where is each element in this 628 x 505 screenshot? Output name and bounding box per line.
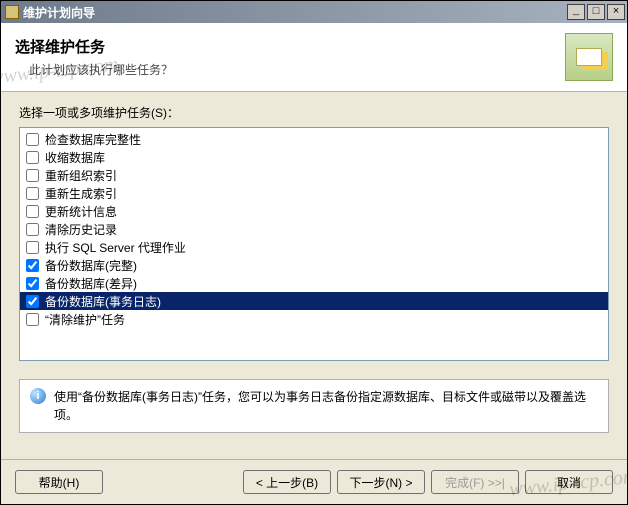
header-text: 选择维护任务 此计划应该执行哪些任务？ — [15, 36, 565, 78]
header-icon — [565, 33, 613, 81]
page-title: 选择维护任务 — [15, 36, 565, 57]
task-label: 重新组织索引 — [45, 167, 117, 184]
titlebar[interactable]: 维护计划向导 _ □ × — [1, 1, 627, 23]
task-list[interactable]: 检查数据库完整性收缩数据库重新组织索引重新生成索引更新统计信息清除历史记录执行 … — [19, 127, 609, 361]
task-label: 备份数据库(事务日志) — [45, 293, 161, 310]
task-row[interactable]: 重新生成索引 — [20, 184, 608, 202]
task-checkbox[interactable] — [26, 241, 39, 254]
task-row[interactable]: 更新统计信息 — [20, 202, 608, 220]
task-row[interactable]: 备份数据库(事务日志) — [20, 292, 608, 310]
task-label: 清除历史记录 — [45, 221, 117, 238]
wizard-window: 维护计划向导 _ □ × 选择维护任务 此计划应该执行哪些任务？ 选择一项或多项… — [0, 0, 628, 505]
task-row[interactable]: 备份数据库(差异) — [20, 274, 608, 292]
task-row[interactable]: 重新组织索引 — [20, 166, 608, 184]
task-checkbox[interactable] — [26, 295, 39, 308]
task-row[interactable]: 备份数据库(完整) — [20, 256, 608, 274]
task-label: 执行 SQL Server 代理作业 — [45, 239, 186, 256]
wizard-body: 选择一项或多项维护任务(S)： 检查数据库完整性收缩数据库重新组织索引重新生成索… — [1, 92, 627, 459]
window-title: 维护计划向导 — [23, 4, 567, 21]
next-button[interactable]: 下一步(N) > — [337, 470, 425, 494]
help-button[interactable]: 帮助(H) — [15, 470, 103, 494]
task-list-label: 选择一项或多项维护任务(S)： — [19, 104, 609, 121]
task-checkbox[interactable] — [26, 259, 39, 272]
task-label: “清除维护”任务 — [45, 311, 125, 328]
minimize-button[interactable]: _ — [567, 4, 585, 20]
task-label: 重新生成索引 — [45, 185, 117, 202]
task-label: 备份数据库(差异) — [45, 275, 137, 292]
description-text: 使用“备份数据库(事务日志)”任务，您可以为事务日志备份指定源数据库、目标文件或… — [54, 388, 598, 424]
task-row[interactable]: 收缩数据库 — [20, 148, 608, 166]
app-icon — [5, 5, 19, 19]
task-checkbox[interactable] — [26, 187, 39, 200]
back-button[interactable]: < 上一步(B) — [243, 470, 331, 494]
task-label: 收缩数据库 — [45, 149, 105, 166]
task-checkbox[interactable] — [26, 313, 39, 326]
task-checkbox[interactable] — [26, 223, 39, 236]
button-bar: 帮助(H) < 上一步(B) 下一步(N) > 完成(F) >>| 取消 — [1, 459, 627, 504]
task-checkbox[interactable] — [26, 133, 39, 146]
header-icon-inner — [576, 48, 602, 66]
close-button[interactable]: × — [607, 4, 625, 20]
task-label: 备份数据库(完整) — [45, 257, 137, 274]
maximize-button[interactable]: □ — [587, 4, 605, 20]
cancel-button[interactable]: 取消 — [525, 470, 613, 494]
task-row[interactable]: 清除历史记录 — [20, 220, 608, 238]
wizard-header: 选择维护任务 此计划应该执行哪些任务？ — [1, 23, 627, 92]
task-checkbox[interactable] — [26, 169, 39, 182]
info-icon: i — [30, 388, 46, 404]
task-checkbox[interactable] — [26, 277, 39, 290]
task-row[interactable]: 执行 SQL Server 代理作业 — [20, 238, 608, 256]
task-checkbox[interactable] — [26, 205, 39, 218]
task-label: 检查数据库完整性 — [45, 131, 141, 148]
page-subtitle: 此计划应该执行哪些任务？ — [29, 61, 565, 78]
task-checkbox[interactable] — [26, 151, 39, 164]
task-label: 更新统计信息 — [45, 203, 117, 220]
task-row[interactable]: “清除维护”任务 — [20, 310, 608, 328]
task-row[interactable]: 检查数据库完整性 — [20, 130, 608, 148]
description-box: i 使用“备份数据库(事务日志)”任务，您可以为事务日志备份指定源数据库、目标文… — [19, 379, 609, 433]
finish-button[interactable]: 完成(F) >>| — [431, 470, 519, 494]
